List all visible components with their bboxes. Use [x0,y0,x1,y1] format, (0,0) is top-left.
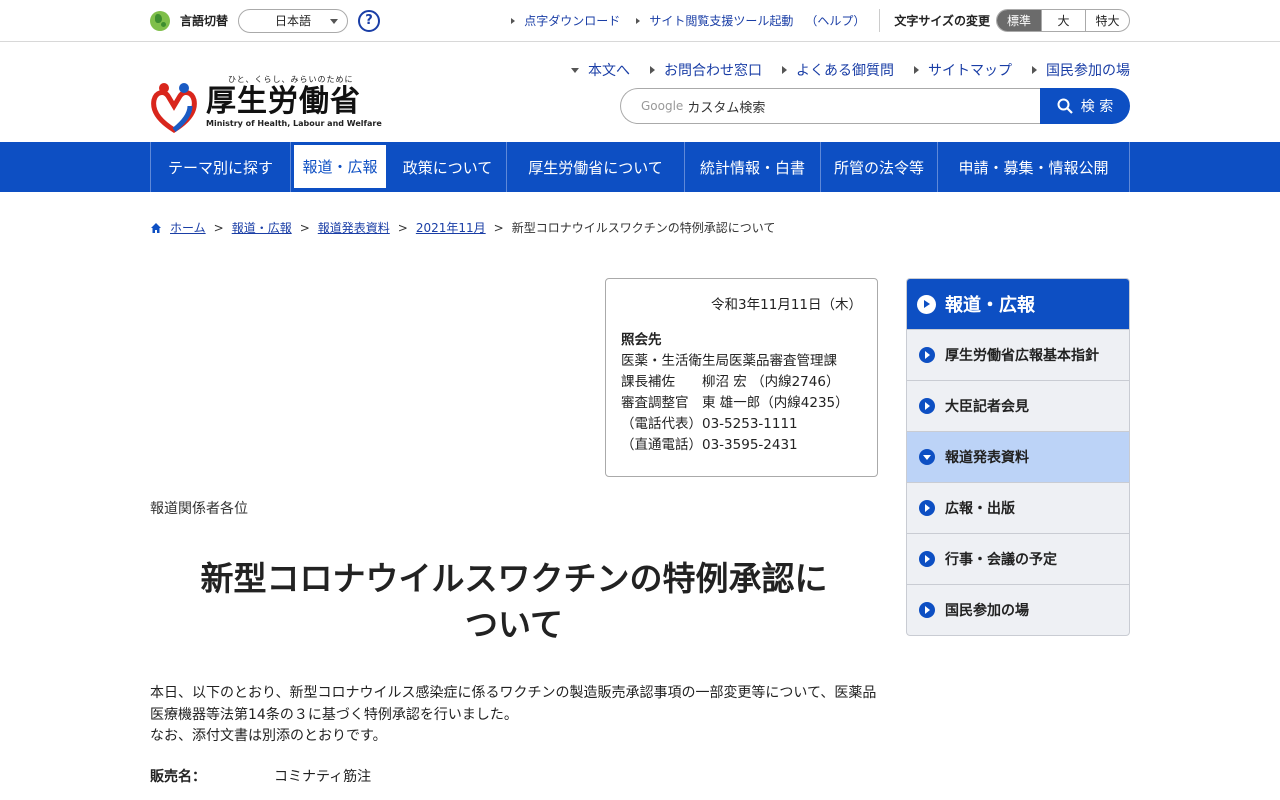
site-search: Google カスタム検索 検 索 [620,88,1130,124]
nav-item-press[interactable]: 報道・広報 [291,142,389,192]
body-text: 本日、以下のとおり、新型コロナウイルス感染症に係るワクチンの製造販売承認事項の一… [150,683,878,748]
contact-box: 令和3年11月11日（木） 照会先 医薬・生活衛生局医薬品審査管理課 課長補佐 … [605,278,878,477]
breadcrumb-separator: > [213,220,224,235]
google-label: Google [641,99,684,113]
nav-item-about[interactable]: 厚生労働省について [507,142,685,192]
sidebar-item-label: 報道発表資料 [945,450,1029,466]
body-line: 本日、以下のとおり、新型コロナウイルス感染症に係るワクチンの製造販売承認事項の一… [150,685,877,701]
language-label: 言語切替 [180,14,229,28]
breadcrumb-separator: > [299,220,310,235]
sidebar-item-label: 大臣記者会見 [945,399,1029,415]
arrow-circle-icon [919,500,935,516]
search-placeholder: カスタム検索 [687,100,766,116]
font-size-control: 文字サイズの変更 標準 大 特大 [879,9,1130,32]
arrow-circle-icon [919,551,935,567]
arrow-circle-icon [919,347,935,363]
sidebar-item-label: 広報・出版 [945,501,1015,517]
breadcrumb-home[interactable]: ホーム [170,219,206,236]
language-switcher: 言語切替 日本語 [150,8,349,33]
sidebar-item-publications[interactable]: 広報・出版 [907,482,1129,533]
sidebar-item-press-releases[interactable]: 報道発表資料 [907,431,1129,482]
utility-bar: 言語切替 日本語 ? 点字ダウンロード サイト閲覧支援ツール起動 （ヘルプ） 文… [0,0,1280,42]
site-logo[interactable]: ひと、くらし、みらいのために 厚生労働省 Ministry of Health,… [150,74,382,134]
nav-item-applications[interactable]: 申請・募集・情報公開 [938,142,1130,192]
braille-download-link[interactable]: 点字ダウンロード [511,12,620,29]
contact-line: 課長補佐 柳沼 宏 （内線2746） [621,374,840,390]
contact-line: （直通電話）03-3595-2431 [621,437,798,453]
arrow-down-circle-icon [919,449,935,465]
sidebar-item-pr-guidelines[interactable]: 厚生労働省広報基本指針 [907,329,1129,380]
sidebar-title-label: 報道・広報 [945,295,1035,316]
contact-label: 照会先 [621,332,662,348]
breadcrumb: ホーム > 報道・広報 > 報道発表資料 > 2021年11月 > 新型コロナウ… [150,219,775,236]
contact-line: 医薬・生活衛生局医薬品審査管理課 [621,353,837,369]
search-icon [1057,98,1073,114]
page-title: 新型コロナウイルスワクチンの特例承認に ついて [150,556,878,648]
sitemap-link[interactable]: サイトマップ [914,60,1012,80]
chevron-down-icon [330,18,339,24]
contact-line: 審査調整官 東 雄一郎（内線4235） [621,395,849,411]
sidebar-item-events[interactable]: 行事・会議の予定 [907,533,1129,584]
breadcrumb-separator: > [493,220,504,235]
globe-icon [150,10,170,31]
logo-english-name: Ministry of Health, Labour and Welfare [206,119,382,128]
nav-item-policy[interactable]: 政策について [389,142,507,192]
font-size-standard-button[interactable]: 標準 [997,10,1041,31]
help-link[interactable]: （ヘルプ） [805,12,865,29]
font-size-xlarge-button[interactable]: 特大 [1085,10,1129,31]
utility-links: 点字ダウンロード サイト閲覧支援ツール起動 （ヘルプ） 文字サイズの変更 標準 … [495,9,1130,32]
site-header: ひと、くらし、みらいのために 厚生労働省 Ministry of Health,… [0,42,1280,142]
search-input[interactable]: Google カスタム検索 [620,88,1040,124]
search-button-label: 検 索 [1080,99,1114,115]
home-icon [151,222,161,233]
page-title-line: ついて [464,605,563,644]
sidebar-item-public-participation[interactable]: 国民参加の場 [907,584,1129,635]
nav-item-themes[interactable]: テーマ別に探す [151,142,291,192]
breadcrumb-separator: > [397,220,408,235]
page-title-line: 新型コロナウイルスワクチンの特例承認に [200,559,828,598]
sidebar-title[interactable]: 報道・広報 [907,279,1129,329]
arrow-circle-icon [919,602,935,618]
breadcrumb-month[interactable]: 2021年11月 [416,219,486,236]
contact-line: （電話代表）03-5253-1111 [621,416,798,432]
body-line: なお、添付文書は別添のとおりです。 [150,728,387,744]
arrow-circle-icon [919,398,935,414]
public-participation-link[interactable]: 国民参加の場 [1032,60,1130,80]
sales-name-label: 販売名： [150,769,206,785]
sidebar-item-label: 厚生労働省広報基本指針 [945,348,1099,364]
language-value: 日本語 [275,14,312,28]
search-button[interactable]: 検 索 [1040,88,1130,124]
sidebar-item-press-conference[interactable]: 大臣記者会見 [907,380,1129,431]
sidebar-item-label: 行事・会議の予定 [945,552,1057,568]
sales-name-value: コミナティ筋注 [274,769,372,785]
release-date: 令和3年11月11日（木） [711,297,862,313]
sidebar: 報道・広報 厚生労働省広報基本指針 大臣記者会見 報道発表資料 広報・出版 行事… [906,278,1130,636]
mhlw-logo-icon [151,83,197,133]
nav-item-laws[interactable]: 所管の法令等 [821,142,938,192]
font-size-label: 文字サイズの変更 [894,14,990,28]
faq-link[interactable]: よくある御質問 [782,60,894,80]
font-size-large-button[interactable]: 大 [1041,10,1085,31]
help-button[interactable]: ? [358,9,381,32]
arrow-circle-icon [917,294,936,314]
header-links: 本文へ お問合わせ窓口 よくある御質問 サイトマップ 国民参加の場 [551,60,1130,80]
sidebar-item-label: 国民参加の場 [945,603,1029,619]
skip-to-content-link[interactable]: 本文へ [571,60,630,80]
language-select[interactable]: 日本語 [238,8,349,33]
sales-name-row: 販売名： コミナティ筋注 [150,766,371,786]
breadcrumb-press[interactable]: 報道・広報 [232,219,292,236]
nav-item-statistics[interactable]: 統計情報・白書 [685,142,821,192]
contact-link[interactable]: お問合わせ窓口 [650,60,762,80]
breadcrumb-press-releases[interactable]: 報道発表資料 [318,219,390,236]
logo-name: 厚生労働省 [206,84,361,119]
breadcrumb-current: 新型コロナウイルスワクチンの特例承認について [511,221,776,235]
addressee: 報道関係者各位 [150,501,248,517]
body-line: 医療機器等法第14条の３に基づく特例承認を行いました。 [150,706,518,723]
global-nav: テーマ別に探す 報道・広報 政策について 厚生労働省について 統計情報・白書 所… [0,142,1280,192]
font-size-options: 標準 大 特大 [996,9,1130,32]
browsing-support-tool-link[interactable]: サイト閲覧支援ツール起動 [636,12,793,29]
